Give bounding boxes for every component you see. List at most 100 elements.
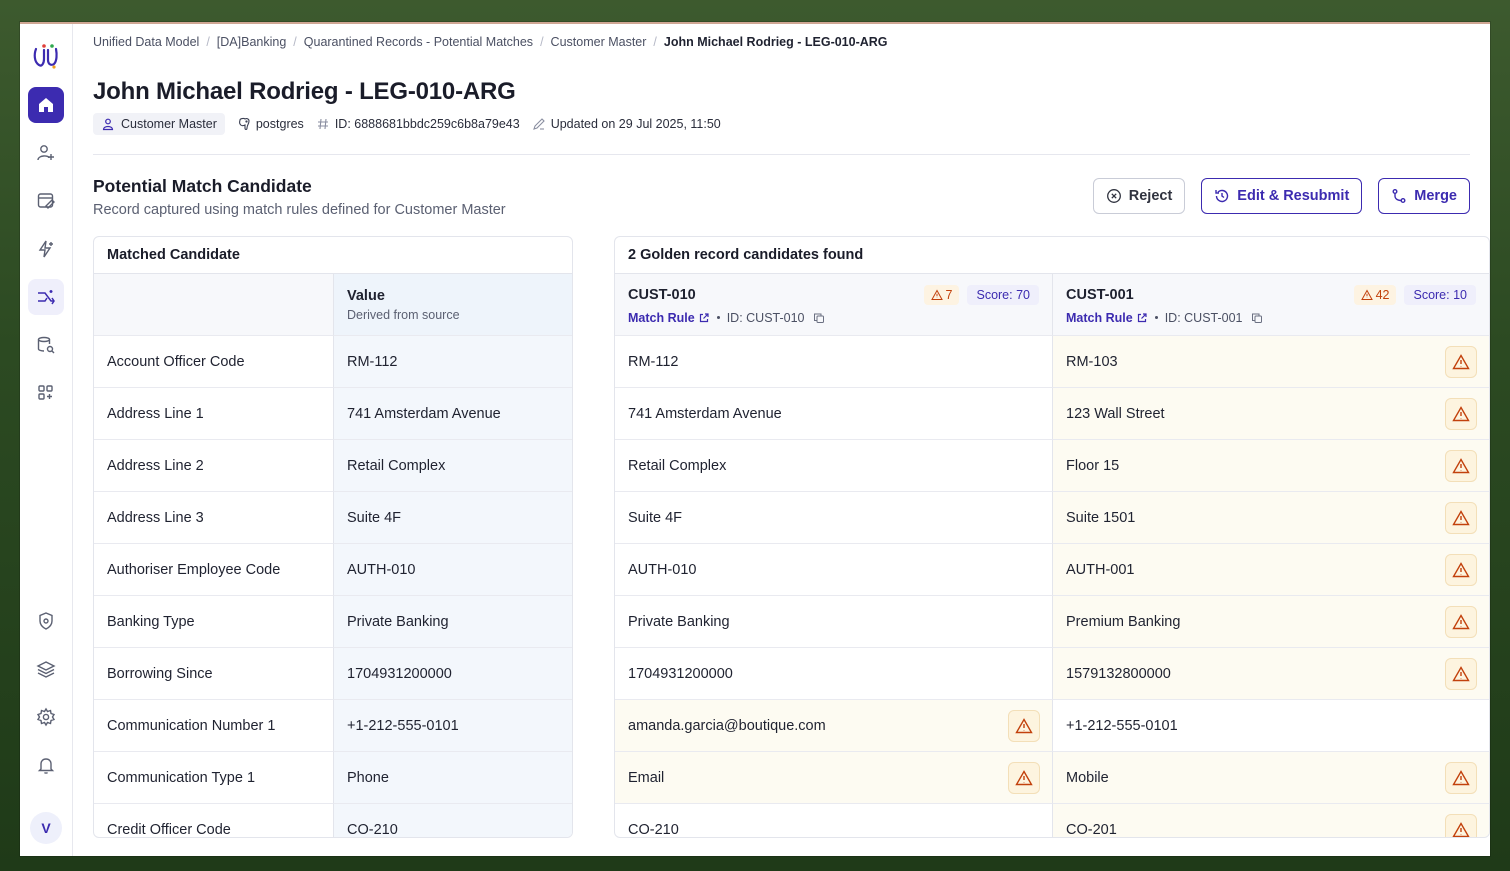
bell-icon [37,758,55,774]
section-title: Potential Match Candidate [93,176,312,196]
apps-add-icon [38,385,53,400]
warning-count-badge: 7 [923,284,960,305]
entity-label: Customer Master [121,117,217,131]
copy-button[interactable] [813,312,825,324]
match-rule-link[interactable]: Match Rule [628,311,710,325]
candidate-name: CUST-001 [1066,286,1134,303]
mismatch-warning-button[interactable] [1445,450,1477,482]
candidate-value: +1-212-555-0101 [1066,717,1178,734]
record-meta: Customer Master postgres ID: 6888681bbdc… [93,113,721,135]
breadcrumb-current: John Michael Rodrieg - LEG-010-ARG [663,35,888,49]
mismatch-warning-button[interactable] [1008,762,1040,794]
mismatch-warning-button[interactable] [1445,398,1477,430]
field-value-cell: Private Banking [333,596,572,648]
copy-icon [1251,313,1262,323]
breadcrumb-item[interactable]: [DA]Banking [217,35,286,49]
sidebar: V [20,24,73,856]
candidate-value-cell: RM-103 [1052,336,1489,388]
avatar[interactable]: V [30,812,62,844]
field-value-cell: +1-212-555-0101 [333,700,572,752]
candidate-header: CUST-001 42 Score: 10 Match Rule ID: CUS… [1052,274,1489,336]
sidebar-item-users[interactable] [28,135,64,171]
sidebar-item-matches[interactable] [28,279,64,315]
reject-button[interactable]: Reject [1092,178,1186,214]
candidate-value-cell: Private Banking [615,596,1052,648]
record-id: ID: 6888681bbdc259c6b8a79e43 [334,117,520,131]
field-value-cell: RM-112 [333,336,572,388]
field-name-cell: Address Line 1 [94,388,333,440]
field-name-cell: Banking Type [94,596,333,648]
sidebar-item-home[interactable] [28,87,64,123]
mismatch-warning-button[interactable] [1445,502,1477,534]
edit-resubmit-button[interactable]: Edit & Resubmit [1201,178,1363,214]
sidebar-item-settings[interactable] [28,699,64,735]
reject-label: Reject [1128,188,1173,204]
external-link-icon [1137,312,1147,322]
candidate-value: CO-210 [628,821,679,838]
mismatch-warning-button[interactable] [1445,554,1477,586]
candidate-value-cell: Floor 15 [1052,440,1489,492]
warning-icon [1452,458,1470,474]
value-header-subtitle: Derived from source [347,307,460,322]
matched-table: Value Derived from source Account Office… [94,274,572,838]
postgres-icon [238,117,250,131]
sidebar-item-layers[interactable] [28,651,64,687]
field-name-cell: Communication Type 1 [94,752,333,804]
candidate-value: Private Banking [628,613,730,630]
field-name-cell: Borrowing Since [94,648,333,700]
breadcrumb-item[interactable]: Quarantined Records - Potential Matches [304,35,533,49]
app-logo-icon[interactable] [30,40,62,72]
warning-icon [1015,770,1033,786]
warning-icon [1452,562,1470,578]
sidebar-item-apps[interactable] [28,375,64,411]
warning-icon [1360,288,1373,300]
app-window: V Unified Data Model / [DA]Banking / Quara… [20,22,1490,856]
candidate-value-cell: 741 Amsterdam Avenue [615,388,1052,440]
breadcrumb-item[interactable]: Unified Data Model [93,35,199,49]
candidate-value: Mobile [1066,769,1109,786]
sidebar-item-automation[interactable] [28,231,64,267]
sidebar-item-notifications[interactable] [28,747,64,783]
candidate-value: RM-112 [628,353,679,370]
sidebar-item-security[interactable] [28,603,64,639]
candidate-value: Retail Complex [628,457,727,474]
field-name-cell: Credit Officer Code [94,804,333,838]
candidate-value-cell: Suite 4F [615,492,1052,544]
mismatch-warning-button[interactable] [1445,658,1477,690]
field-header [94,274,333,336]
pencil-icon [532,118,545,130]
breadcrumb-item[interactable]: Customer Master [551,35,647,49]
golden-candidates-panel: 2 Golden record candidates found CUST-01… [614,236,1490,838]
field-name-cell: Address Line 3 [94,492,333,544]
mismatch-warning-button[interactable] [1445,606,1477,638]
candidate-value-cell: RM-112 [615,336,1052,388]
candidate-value: RM-103 [1066,353,1118,370]
candidate-value-cell: 1579132800000 [1052,648,1489,700]
mismatch-warning-button[interactable] [1445,814,1477,837]
candidate-value-cell: AUTH-001 [1052,544,1489,596]
sidebar-item-data[interactable] [28,183,64,219]
candidate-value: Suite 4F [628,509,682,526]
field-name-cell: Address Line 2 [94,440,333,492]
matched-panel-title: Matched Candidate [94,237,572,274]
mismatch-warning-button[interactable] [1008,710,1040,742]
candidate-value-cell: Premium Banking [1052,596,1489,648]
merge-button[interactable]: Merge [1378,178,1470,214]
field-value-cell: 741 Amsterdam Avenue [333,388,572,440]
golden-table: CUST-010 7 Score: 70 Match Rule ID: CUST… [615,274,1489,838]
warning-icon [930,288,943,300]
id-item: ID: 6888681bbdc259c6b8a79e43 [316,117,520,131]
merge-icon [1392,189,1406,203]
merge-arrows-icon [38,290,55,305]
mismatch-warning-button[interactable] [1445,346,1477,378]
data-edit-icon [37,193,55,209]
copy-button[interactable] [1251,312,1263,324]
candidate-value-cell: CO-201 [1052,804,1489,838]
sidebar-item-databases[interactable] [28,327,64,363]
breadcrumb: Unified Data Model / [DA]Banking / Quarant… [93,35,888,49]
mismatch-warning-button[interactable] [1445,762,1477,794]
page-title: John Michael Rodrieg - LEG-010-ARG [93,78,516,105]
match-rule-link[interactable]: Match Rule [1066,311,1148,325]
main-content: Unified Data Model / [DA]Banking / Quarant… [93,22,1490,856]
candidate-value: CO-201 [1066,821,1117,838]
